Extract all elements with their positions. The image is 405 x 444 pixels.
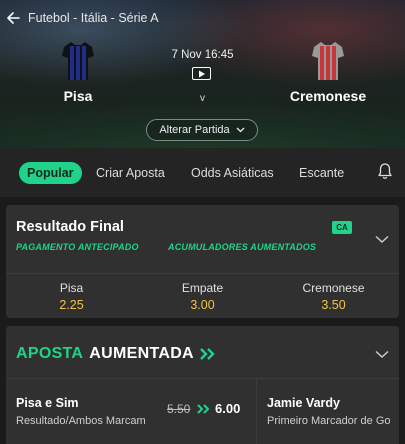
top-bar: Futebol - Itália - Série A [0,8,405,28]
bet-market: Resultado/Ambos Marcam [16,415,146,427]
market-tabs: Popular Criar Aposta Odds Asiáticas Esca… [0,148,405,197]
outcome-odds: 3.50 [321,298,346,312]
boosted-odds: 6.00 [215,401,241,416]
bet-name: Jamie Vardy [267,396,340,410]
chevron-down-icon [236,127,245,133]
double-chevron-right-icon [197,404,210,414]
boost-title: APOSTA AUMENTADA [16,345,216,363]
boost-title-word2: AUMENTADA [89,345,194,362]
boosted-bets-row: Pisa e Sim Resultado/Ambos Marcam 5.50 6… [6,378,399,444]
bet-name: Pisa e Sim [16,396,79,410]
outcome-name: Pisa [59,281,84,295]
away-team-name: Cremonese [289,88,367,104]
outcome-name: Empate [181,281,224,295]
back-button[interactable] [6,8,20,28]
outcome-row: Pisa 2.25 Empate 3.00 Cremonese 3.50 [6,273,399,318]
tab-escante[interactable]: Escante [299,162,344,184]
bet-market: Primeiro Marcador de Go [267,415,391,427]
arrow-left-icon [6,12,20,24]
chevron-down-icon[interactable] [375,235,389,244]
boosted-bet[interactable]: Pisa e Sim Resultado/Ambos Marcam 5.50 6… [6,379,255,444]
outcome-odds: 3.00 [190,298,215,312]
original-odds: 5.50 [167,402,191,416]
outcome-home[interactable]: Pisa 2.25 [6,274,137,318]
change-match-button[interactable]: Alterar Partida [146,119,258,141]
away-team: Cremonese [288,40,368,104]
tab-odds-asiaticas[interactable]: Odds Asiáticas [191,162,274,184]
promo-early-payout: PAGAMENTO ANTECIPADO [16,242,139,252]
outcome-odds: 2.25 [59,298,84,312]
boosted-bets-card: APOSTA AUMENTADA Pisa e Sim Resultado/Am… [6,326,399,444]
video-button[interactable] [192,67,211,80]
bell-icon[interactable] [377,162,393,180]
market-title: Resultado Final [16,219,124,235]
away-shirt-icon [312,42,344,80]
home-shirt-icon [62,42,94,80]
outcome-away[interactable]: Cremonese 3.50 [268,274,399,318]
double-chevron-right-icon [200,348,215,360]
outcome-draw[interactable]: Empate 3.00 [137,274,268,318]
tab-popular[interactable]: Popular [19,162,82,184]
cash-out-badge: CA [332,221,352,234]
promo-acca-boost: ACUMULADORES AUMENTADOS [168,242,317,252]
play-icon [198,70,205,77]
outcome-name: Cremonese [302,281,365,295]
market-card-resultado-final: Resultado Final CA PAGAMENTO ANTECIPADO … [6,205,399,318]
boost-title-word1: APOSTA [16,345,84,362]
chevron-down-icon[interactable] [375,350,389,359]
boosted-bet[interactable]: Jamie Vardy Primeiro Marcador de Go [256,379,399,444]
change-match-label: Alterar Partida [159,124,230,136]
breadcrumb: Futebol - Itália - Série A [28,11,159,25]
tab-criar-aposta[interactable]: Criar Aposta [96,162,165,184]
